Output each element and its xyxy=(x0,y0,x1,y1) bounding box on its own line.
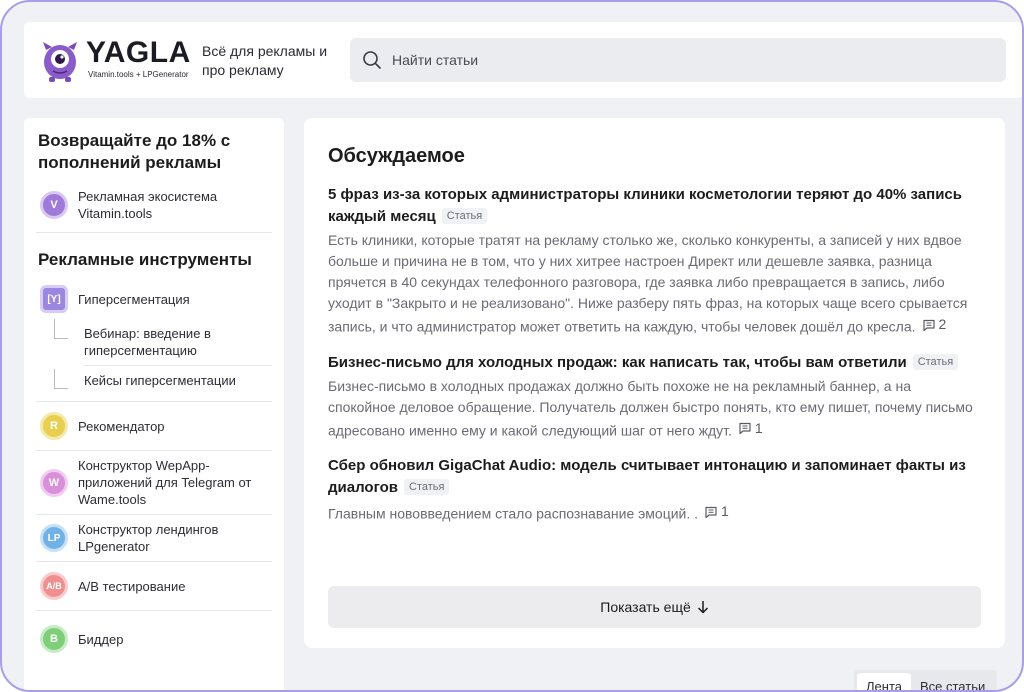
logo-wordmark[interactable]: YAGLA xyxy=(86,37,191,69)
ab-testing-badge-icon: A/B xyxy=(40,572,68,600)
vitamin-badge-icon: V xyxy=(40,191,68,219)
tree-connector xyxy=(54,369,68,389)
sidebar-item-wame-tools[interactable]: W Конструктор WepApp-приложений для Tele… xyxy=(36,451,272,515)
promo-heading: Возвращайте до 18% с пополнений рекламы xyxy=(38,131,231,172)
hypersegmentation-subitems: Вебинар: введение в гиперсегментацию Кей… xyxy=(36,319,272,402)
sidebar-item-vitamin-tools[interactable]: V Рекламная экосистема Vitamin.tools xyxy=(36,182,272,233)
comments-count: 2 xyxy=(938,316,947,332)
sidebar-item-lpgenerator[interactable]: LP Конструктор лендингов LPgenerator xyxy=(36,515,272,562)
show-more-label: Показать ещё xyxy=(600,599,691,615)
article-excerpt: Бизнес-письмо в холодных продажах должно… xyxy=(328,376,981,442)
tab-feed[interactable]: Лента xyxy=(857,673,911,690)
article-excerpt: Главным нововведением стало распознавани… xyxy=(328,501,981,525)
sidebar-item-label: Гиперсегментация xyxy=(78,291,190,307)
article-tag: Статья xyxy=(404,479,450,495)
search-bar[interactable] xyxy=(350,38,1006,82)
section-title: Обсуждаемое xyxy=(328,145,465,167)
comment-icon xyxy=(705,506,717,518)
comments-link[interactable]: 1 xyxy=(738,418,763,439)
tools-heading: Рекламные инструменты xyxy=(38,250,252,269)
article-title-link[interactable]: Бизнес-письмо для холодных продаж: как н… xyxy=(328,352,981,374)
comment-icon xyxy=(739,422,751,435)
sidebar-item-label: Конструктор WepApp-приложений для Telegr… xyxy=(78,458,252,507)
article-item: 5 фраз из-за которых администраторы клин… xyxy=(328,184,981,338)
article-item: Бизнес-письмо для холодных продаж: как н… xyxy=(328,352,981,442)
search-input[interactable] xyxy=(392,52,972,68)
sidebar-item-hypersegmentation[interactable]: [Y] Гиперсегментация xyxy=(36,279,272,319)
page-frame: YAGLA Vitamin.tools + LPGenerator Всё дл… xyxy=(0,0,1024,692)
sidebar-subitem-cases[interactable]: Кейсы гиперсегментации xyxy=(84,366,272,395)
comments-count: 1 xyxy=(754,419,763,436)
article-title: 5 фраз из-за которых администраторы клин… xyxy=(328,186,962,225)
comments-link[interactable]: 1 xyxy=(704,501,729,522)
search-icon xyxy=(363,51,381,69)
sidebar-item-label: Рекомендатор xyxy=(78,418,165,434)
lpgenerator-badge-icon: LP xyxy=(40,524,68,552)
article-excerpt-text: Есть клиники, которые тратят на рекламу … xyxy=(328,232,968,335)
show-more-button[interactable]: Показать ещё xyxy=(328,586,981,628)
logo-subtitle: Vitamin.tools + LPGenerator xyxy=(88,70,189,79)
sidebar-item-label: Рекламная экосистема Vitamin.tools xyxy=(78,189,218,221)
header: YAGLA Vitamin.tools + LPGenerator Всё дл… xyxy=(24,22,1022,98)
article-tag: Статья xyxy=(912,353,959,370)
header-tagline: Всё для рекламы и про рекламу xyxy=(202,43,328,78)
article-title-link[interactable]: 5 фраз из-за которых администраторы клин… xyxy=(328,184,981,228)
article-tag: Статья xyxy=(441,208,488,224)
sidebar-item-recommender[interactable]: R Рекомендатор xyxy=(36,402,272,451)
discussed-card: Обсуждаемое 5 фраз из-за которых админис… xyxy=(304,118,1005,648)
feed-tabs: Лента Все статьи xyxy=(854,670,998,690)
article-title: Бизнес-письмо для холодных продаж: как н… xyxy=(328,353,907,371)
tab-all-articles[interactable]: Все статьи xyxy=(911,673,994,690)
hypersegmentation-icon: [Y] xyxy=(40,285,68,313)
comments-link[interactable]: 2 xyxy=(922,314,947,335)
arrow-down-icon xyxy=(697,601,708,614)
yagla-mascot-icon[interactable] xyxy=(40,40,80,82)
sidebar-item-label: A/B тестирование xyxy=(78,578,186,594)
sidebar-item-label: Биддер xyxy=(78,631,124,647)
comment-icon xyxy=(922,319,935,331)
article-item: Сбер обновил GigaChat Audio: модель счит… xyxy=(328,455,981,525)
sidebar: Возвращайте до 18% с пополнений рекламы … xyxy=(24,118,284,690)
sidebar-item-ab-testing[interactable]: A/B A/B тестирование xyxy=(36,562,272,611)
bidder-badge-icon: B xyxy=(40,625,68,653)
article-excerpt-text: Бизнес-письмо в холодных продажах должно… xyxy=(328,377,973,439)
comments-count: 1 xyxy=(721,503,729,519)
article-title-link[interactable]: Сбер обновил GigaChat Audio: модель счит… xyxy=(328,455,981,499)
recommender-badge-icon: R xyxy=(40,412,68,440)
sidebar-item-bidder[interactable]: B Биддер xyxy=(36,611,272,667)
article-excerpt: Есть клиники, которые тратят на рекламу … xyxy=(328,230,981,338)
article-excerpt-text: Главным нововведением стало распознавани… xyxy=(328,505,699,522)
tree-connector xyxy=(54,319,68,339)
sidebar-item-label: Конструктор лендингов LPgenerator xyxy=(78,522,219,554)
sidebar-subitem-webinar[interactable]: Вебинар: введение в гиперсегментацию xyxy=(84,319,272,366)
wame-badge-icon: W xyxy=(40,468,68,497)
